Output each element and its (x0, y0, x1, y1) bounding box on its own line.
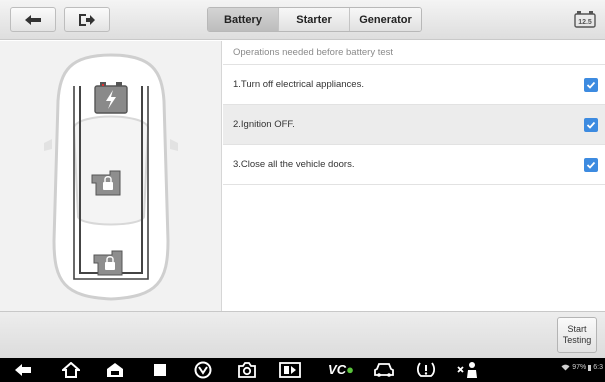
back-arrow-icon (25, 14, 41, 25)
checkbox-ignition[interactable] (584, 118, 598, 132)
recent-apps-icon (154, 364, 166, 376)
mechanic-icon (457, 362, 477, 378)
exit-button[interactable] (64, 7, 110, 32)
car-home-button[interactable] (104, 361, 126, 379)
test-tabs: Battery Starter Generator (207, 7, 422, 32)
home-button[interactable] (60, 361, 82, 379)
vci-connected-indicator: ● (346, 362, 354, 377)
car-home-icon (107, 363, 123, 377)
check-icon (586, 161, 596, 169)
checklist-item-label: 2.Ignition OFF. (233, 119, 295, 130)
system-navigation-bar: VC● 97% 6:3 (0, 358, 605, 382)
camera-button[interactable] (236, 361, 258, 379)
car-icon (374, 363, 394, 377)
clock: 6:3 (593, 364, 603, 371)
browser-icon (194, 361, 212, 379)
start-testing-line2: Testing (562, 335, 592, 345)
start-testing-button[interactable]: Start Testing (557, 317, 597, 353)
nav-back-button[interactable] (12, 361, 34, 379)
vehicle-button[interactable] (372, 361, 396, 379)
status-area: 97% 6:3 (561, 364, 603, 371)
tpms-button[interactable] (414, 361, 438, 379)
vci-label: VC (328, 362, 347, 377)
top-toolbar: Battery Starter Generator 12.5 (0, 0, 605, 40)
check-icon (586, 121, 596, 129)
tpms-icon (416, 362, 436, 377)
lock-icon (93, 250, 123, 276)
battery-status-icon (588, 364, 592, 371)
pre-test-checklist: Operations needed before battery test 1.… (223, 41, 605, 311)
nav-back-icon (15, 364, 31, 376)
recent-apps-button[interactable] (150, 361, 170, 379)
home-icon (62, 362, 80, 378)
checklist-item-label: 3.Close all the vehicle doors. (233, 159, 355, 170)
browser-button[interactable] (192, 361, 214, 379)
tab-starter[interactable]: Starter (279, 8, 350, 31)
checkbox-doors[interactable] (584, 158, 598, 172)
back-button[interactable] (10, 7, 56, 32)
battery-percent: 97% (572, 364, 587, 371)
start-testing-line1: Start (567, 324, 587, 334)
exit-icon (79, 13, 95, 26)
main-content: Operations needed before battery test 1.… (0, 41, 605, 311)
wifi-icon (561, 364, 570, 371)
battery-voltage-value: 12.5 (578, 19, 592, 26)
checklist-item[interactable]: 3.Close all the vehicle doors. (223, 145, 605, 185)
checkbox-appliances[interactable] (584, 78, 598, 92)
vci-icon: VC● (328, 361, 354, 379)
battery-icon (94, 82, 128, 114)
vci-button[interactable]: VC● (324, 361, 358, 379)
vehicle-illustration-panel (0, 41, 222, 311)
battery-voltage-icon: 12.5 (574, 11, 596, 28)
checklist-item[interactable]: 2.Ignition OFF. (223, 105, 605, 145)
battery-voltage-button[interactable]: 12.5 (574, 10, 596, 28)
tab-battery[interactable]: Battery (208, 8, 279, 31)
checklist-item[interactable]: 1.Turn off electrical appliances. (223, 65, 605, 105)
checklist-header: Operations needed before battery test (223, 41, 605, 65)
mechanic-button[interactable] (456, 361, 480, 379)
tab-generator[interactable]: Generator (350, 8, 421, 31)
camera-icon (238, 362, 256, 378)
action-bar: Start Testing (0, 311, 605, 358)
lock-icon (91, 170, 121, 196)
check-icon (586, 81, 596, 89)
screen-record-button[interactable] (278, 361, 302, 379)
checklist-item-label: 1.Turn off electrical appliances. (233, 79, 364, 90)
screen-record-icon (279, 362, 301, 378)
